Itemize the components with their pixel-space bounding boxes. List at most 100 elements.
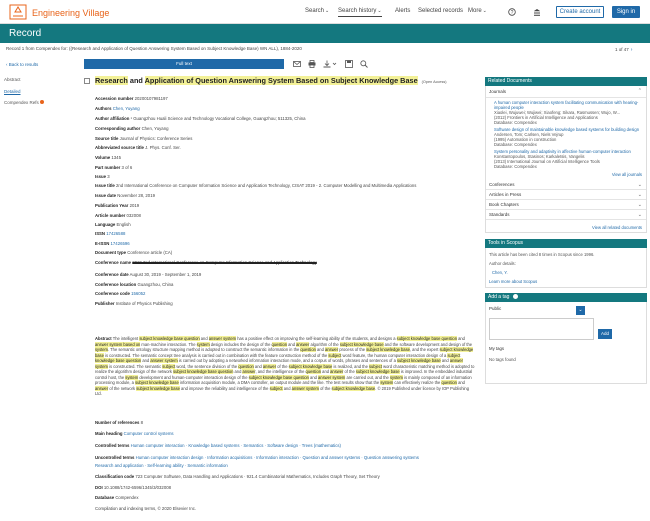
chevron-down-icon[interactable]: ⌄ [638, 180, 642, 190]
chevron-down-icon[interactable]: ⌄ [638, 190, 642, 200]
field-value[interactable]: 17426588 [106, 231, 125, 236]
nav-search[interactable]: Search⌄ [305, 8, 329, 16]
field-label: Author affiliation [95, 116, 130, 121]
related-document-database: Database: Compendex [494, 119, 537, 125]
record-pager[interactable]: 1 of 47 › [615, 47, 632, 53]
field-abbreviated-source-title: Abbreviated source title J. Phys. Conf. … [95, 145, 475, 150]
record-navigation-text: Record 1 from Compendex for: ((Research … [6, 46, 302, 51]
field-value: 1345 [111, 155, 121, 160]
field-value[interactable]: 17426596 [111, 241, 130, 246]
field-label: ISSN [95, 231, 106, 236]
email-icon[interactable] [293, 60, 301, 68]
full-text-button[interactable]: Full text [84, 59, 284, 69]
field-value[interactable]: Chen, Yuyang [113, 106, 140, 111]
abstract-text: and [456, 336, 465, 341]
abstract-text: and the software development and design … [383, 341, 473, 347]
abstract-text: has a positive effect on improving the s… [236, 336, 397, 341]
field-publication-year: Publication Year 2019 [95, 203, 475, 208]
print-icon[interactable] [308, 60, 316, 68]
field-accession-number: Accession number 20200107981197 [95, 96, 475, 101]
related-section-standards[interactable]: Standards ⌄ [486, 210, 646, 220]
select-record-checkbox[interactable] [84, 78, 90, 84]
field-e-issn: E-ISSN 17426596 [95, 241, 475, 246]
chevron-up-icon[interactable]: ⌃ [638, 88, 642, 94]
field-value[interactable]: 156052 [131, 291, 145, 296]
field-label: Abbreviated source title [95, 145, 144, 150]
scopus-author-link[interactable]: Chen, Y. [489, 270, 643, 275]
abstract-text: and [308, 374, 319, 380]
view-all-related-link[interactable]: View all related documents [486, 225, 646, 230]
add-tag-button[interactable]: Add [598, 329, 612, 340]
field-value[interactable]: Human computer interaction design · Info… [136, 455, 419, 460]
abstract-text: and [199, 336, 209, 341]
field-value[interactable]: Research and application · Self-learning… [95, 463, 228, 468]
abstract-keyword: answer system based on [95, 341, 141, 347]
abstract-keyword: answer [296, 341, 310, 347]
field-label: Publisher [95, 301, 115, 306]
related-document-title[interactable]: System personality and adaptivity in aff… [494, 149, 643, 154]
left-nav-compendex-refs[interactable]: Compendex Refs [4, 100, 82, 106]
nav-search-history[interactable]: Search history⌄ [338, 8, 382, 17]
abstract-text: and [321, 369, 331, 374]
abstract-text: process of the [338, 347, 367, 352]
back-to-results-link[interactable]: ‹ Back to results [6, 62, 38, 68]
brand-name[interactable]: Engineering Village [32, 8, 109, 19]
abstract-text: and [456, 380, 465, 385]
institution-icon[interactable] [533, 8, 541, 20]
abstract-keyword: question [441, 380, 457, 385]
left-nav-detailed[interactable]: Detailed [4, 89, 82, 95]
tools-in-scopus-header: Tools in Scopus [485, 239, 647, 249]
search-in-record-icon[interactable] [360, 60, 368, 68]
related-section-label: Book Chapters [489, 201, 519, 207]
abstract-keyword: subject [368, 363, 382, 369]
learn-more-scopus-link[interactable]: Learn more about Scopus [489, 279, 643, 284]
abstract-text: word, the sentence division of the [175, 363, 239, 369]
field-value: Guangzhou, China [137, 282, 174, 287]
field-conference-location: Conference location Guangzhou, China [95, 282, 475, 287]
abstract-text: The intelligent [112, 336, 140, 341]
field-value: Compilation and indexing terms, © 2020 E… [95, 506, 197, 511]
nav-more[interactable]: More⌄ [468, 8, 487, 16]
field-language: Language English [95, 222, 475, 227]
related-section-articles-in-press[interactable]: Articles in Press ⌄ [486, 190, 646, 200]
journals-section[interactable]: Journals ⌃ [486, 86, 646, 98]
save-to-folder-icon[interactable] [345, 60, 353, 68]
abstract-keyword: subject [328, 352, 342, 358]
sign-in-button[interactable]: Sign in [612, 6, 640, 18]
related-document-title[interactable]: A human computer interaction system faci… [494, 100, 643, 110]
left-nav-abstract[interactable]: Abstract [4, 77, 82, 83]
field-value[interactable]: Computer control systems [124, 431, 174, 436]
chevron-down-icon[interactable]: ⌄ [576, 306, 585, 316]
elsevier-logo-icon[interactable] [8, 4, 28, 20]
abstract-text: is realized, and the [332, 363, 369, 369]
field-corresponding-author: Corresponding author Chen, Yuyang [95, 126, 475, 131]
field-value: 2019 [129, 203, 140, 208]
field-value: Compendex [115, 495, 139, 500]
abstract-text: is constructed. The semantic concept tre… [103, 352, 329, 358]
field-part-number: Part number 3 of 6 [95, 165, 475, 170]
abstract-keyword: question [238, 363, 254, 369]
related-section-conferences[interactable]: Conferences ⌄ [486, 180, 646, 190]
nav-alerts[interactable]: Alerts [395, 8, 410, 16]
field-value: 2nd International Conference on Computer… [116, 183, 417, 188]
abstract-keyword: subject knowledge base question [139, 336, 200, 341]
nav-selected-records[interactable]: Selected records [418, 8, 463, 16]
help-icon[interactable]: ? [508, 8, 516, 20]
field-value: 10.1088/1742-6596/1345/3/032008 [103, 485, 171, 490]
tag-input[interactable] [489, 318, 594, 341]
related-document-title[interactable]: Software design of maintainable knowledg… [494, 127, 643, 132]
abstract: Abstract The intelligent subject knowled… [95, 336, 476, 397]
field-label: Controlled terms [95, 443, 130, 448]
tag-visibility-select[interactable]: Public ⌄ [489, 306, 585, 316]
create-account-button[interactable]: Create account [556, 6, 604, 18]
related-section-book-chapters[interactable]: Book Chapters ⌄ [486, 200, 646, 210]
download-icon[interactable] [323, 60, 337, 68]
abstract-keyword: answer [262, 363, 277, 369]
related-document-database: Database: Compendex [494, 141, 537, 147]
view-all-journals-link[interactable]: View all journals [486, 172, 646, 177]
chevron-down-icon[interactable]: ⌄ [638, 210, 642, 220]
field-value[interactable]: Human computer interaction · Knowledge b… [131, 443, 341, 448]
chevron-down-icon[interactable]: ⌄ [638, 200, 642, 210]
field-article-number: Article number 032008 [95, 213, 475, 218]
next-record-icon[interactable]: › [631, 47, 633, 53]
